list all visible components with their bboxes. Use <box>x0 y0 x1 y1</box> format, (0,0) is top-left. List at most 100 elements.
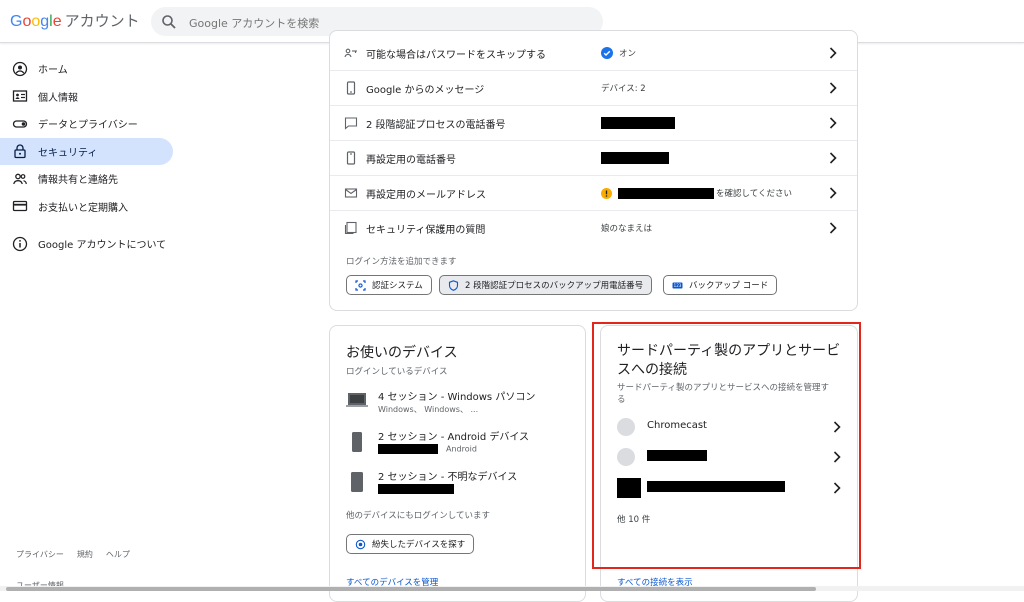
device-item-unknown[interactable]: 2 セッション - 不明なデバイス <box>346 468 576 502</box>
devices-title: お使いのデバイス <box>346 345 458 361</box>
passkey-icon <box>344 48 357 58</box>
credit-card-icon <box>12 201 28 212</box>
home-icon <box>12 61 28 76</box>
row-label: 2 段階認証プロセスの電話番号 <box>366 120 506 131</box>
sidebar-nav: ホーム 個人情報 データとプライバシー セキュリティ 情報共有と連絡先 お支払い… <box>0 55 180 258</box>
android-phone-icon <box>352 432 362 452</box>
settings-row-2sv-phone[interactable]: 2 段階認証プロセスの電話番号 <box>330 106 857 141</box>
id-card-icon <box>12 90 28 102</box>
settings-row-recovery-email[interactable]: 再設定用のメールアドレス を確認してください <box>330 176 857 211</box>
devices-card: お使いのデバイス ログインしているデバイス 4 セッション - Windows … <box>329 325 586 602</box>
sidebar-item-payments[interactable]: お支払いと定期購入 <box>0 193 173 221</box>
row-value <box>601 152 669 164</box>
shield-icon <box>448 279 459 291</box>
add-signin-method-note: ログイン方法を追加できます <box>346 257 457 267</box>
device-title: 4 セッション - Windows パソコン <box>378 392 536 403</box>
signin-methods-card: 可能な場合はパスワードをスキップする オン Google からのメッセージ デバ… <box>329 30 858 311</box>
chip-label: 2 段階認証プロセスのバックアップ用電話番号 <box>465 281 644 291</box>
find-lost-device-button[interactable]: 紛失したデバイスを探す <box>346 534 475 554</box>
question-icon <box>344 221 357 235</box>
svg-text:123: 123 <box>674 283 682 288</box>
check-circle-icon <box>601 47 613 59</box>
sidebar-item-about[interactable]: Google アカウントについて <box>0 230 173 258</box>
chevron-right-icon <box>829 47 837 59</box>
phone-icon <box>346 81 356 95</box>
authenticator-chip[interactable]: 認証システム <box>346 275 432 295</box>
backup-code-chip[interactable]: 123 バックアップ コード <box>663 275 778 295</box>
mail-icon <box>344 188 358 198</box>
footer-links: プライバシー 規約 ヘルプ <box>16 549 143 560</box>
toggle-icon <box>12 120 28 128</box>
row-value: オン <box>601 47 636 59</box>
terms-link[interactable]: 規約 <box>77 550 93 559</box>
sidebar-item-personal-info[interactable]: 個人情報 <box>0 83 173 111</box>
target-icon <box>355 539 366 549</box>
redacted-block <box>378 444 438 454</box>
device-detail: Windows、 Windows、 ... <box>378 405 479 414</box>
sidebar-item-label: Google アカウントについて <box>38 240 167 252</box>
sidebar-item-label: ホーム <box>38 65 68 77</box>
redacted-block <box>601 152 669 164</box>
chevron-right-icon <box>829 187 837 199</box>
sidebar-item-data-privacy[interactable]: データとプライバシー <box>0 110 173 138</box>
device-item-windows[interactable]: 4 セッション - Windows パソコン Windows、 Windows、… <box>346 388 576 422</box>
settings-row-recovery-phone[interactable]: 再設定用の電話番号 <box>330 141 857 176</box>
chevron-right-icon <box>829 222 837 234</box>
verify-email-text: を確認してください <box>716 189 792 199</box>
chevron-right-icon <box>829 82 837 94</box>
help-link[interactable]: ヘルプ <box>106 550 130 559</box>
row-label: 可能な場合はパスワードをスキップする <box>366 50 546 61</box>
devices-subtitle: ログインしているデバイス <box>346 367 448 377</box>
device-item-android[interactable]: 2 セッション - Android デバイス Android <box>346 428 576 462</box>
people-icon <box>13 173 27 184</box>
redacted-block <box>601 117 675 129</box>
google-account-logo[interactable]: Google アカウント <box>10 10 140 31</box>
device-detail <box>378 484 454 494</box>
sidebar-item-label: 情報共有と連絡先 <box>38 175 118 187</box>
settings-row-google-prompts[interactable]: Google からのメッセージ デバイス: 2 <box>330 71 857 106</box>
settings-row-skip-password[interactable]: 可能な場合はパスワードをスキップする オン <box>330 36 857 71</box>
device-detail: Android <box>378 444 477 454</box>
backup-code-icon: 123 <box>672 282 683 288</box>
backup-phone-chip[interactable]: 2 段階認証プロセスのバックアップ用電話番号 <box>439 275 653 295</box>
authenticator-icon <box>355 279 366 291</box>
row-value <box>601 117 675 129</box>
find-device-label: 紛失したデバイスを探す <box>372 540 466 550</box>
row-label: 再設定用の電話番号 <box>366 155 456 166</box>
row-label: 再設定用のメールアドレス <box>366 190 486 201</box>
row-label: セキュリティ保護用の質問 <box>366 225 486 236</box>
sidebar-item-label: データとプライバシー <box>38 120 138 132</box>
red-highlight-box <box>592 322 861 569</box>
redacted-block <box>378 484 454 494</box>
chip-label: 認証システム <box>372 281 423 291</box>
row-value: を確認してください <box>601 187 792 199</box>
sidebar-item-sharing[interactable]: 情報共有と連絡先 <box>0 165 173 193</box>
search-icon <box>162 15 176 29</box>
sidebar-item-home[interactable]: ホーム <box>0 55 173 83</box>
laptop-icon <box>346 393 368 407</box>
other-devices-note: 他のデバイスにもログインしています <box>346 511 490 521</box>
sidebar-item-security[interactable]: セキュリティ <box>0 137 173 165</box>
message-icon <box>344 117 358 130</box>
info-icon <box>12 236 28 251</box>
unknown-device-icon <box>351 472 363 492</box>
redacted-block <box>618 187 714 199</box>
warning-icon <box>601 187 612 199</box>
chip-label: バックアップ コード <box>689 281 769 291</box>
row-label: Google からのメッセージ <box>366 85 485 96</box>
device-title: 2 セッション - Android デバイス <box>378 432 530 443</box>
privacy-link[interactable]: プライバシー <box>16 550 64 559</box>
settings-row-security-question[interactable]: セキュリティ保護用の質問 娘のなまえは <box>330 211 857 245</box>
lock-icon <box>14 144 26 159</box>
row-value: デバイス: 2 <box>601 84 646 94</box>
horizontal-scrollbar[interactable] <box>0 586 1024 591</box>
sidebar-item-label: セキュリティ <box>38 147 98 159</box>
status-on-text: オン <box>619 49 637 59</box>
device-title: 2 セッション - 不明なデバイス <box>378 472 518 483</box>
google-logo-text: Google <box>10 13 62 30</box>
scrollbar-thumb[interactable] <box>6 587 816 591</box>
chevron-right-icon <box>829 152 837 164</box>
sidebar-item-label: お支払いと定期購入 <box>38 202 128 214</box>
row-value: 娘のなまえは <box>601 224 653 234</box>
product-name: アカウント <box>64 13 140 30</box>
